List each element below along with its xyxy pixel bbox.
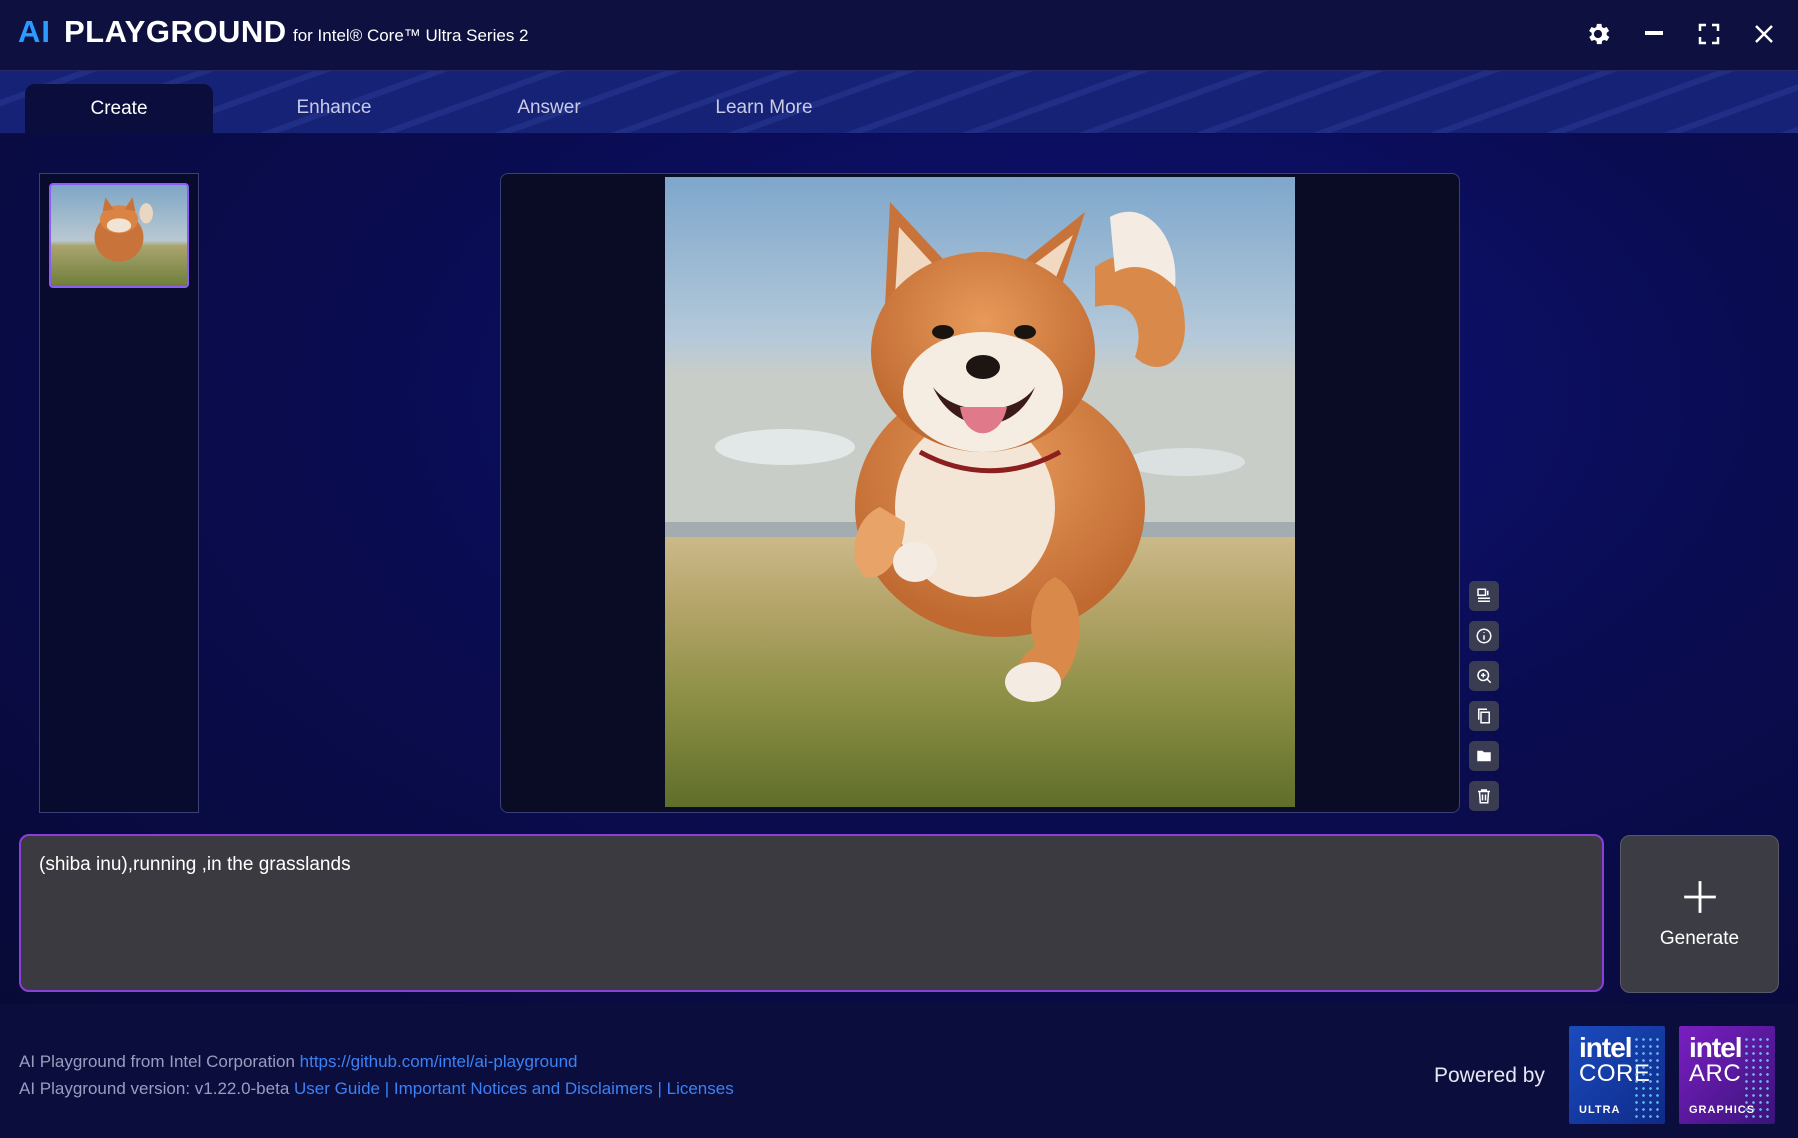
trash-icon xyxy=(1478,789,1490,804)
settings-button[interactable] xyxy=(1580,16,1616,52)
badge-product: ARC xyxy=(1689,1060,1742,1087)
notices-link[interactable]: Important Notices and Disclaimers xyxy=(394,1079,653,1098)
tab-label: Answer xyxy=(517,97,581,118)
compare-icon xyxy=(1477,588,1490,602)
plus-icon xyxy=(1683,881,1716,913)
tab-create[interactable]: Create xyxy=(25,84,213,134)
maximize-button[interactable] xyxy=(1691,16,1727,52)
footer-line-2: AI Playground version: v1.22.0-beta User… xyxy=(19,1079,734,1099)
badge-dots xyxy=(1743,1036,1769,1120)
tab-learn-more[interactable]: Learn More xyxy=(670,84,858,132)
zoom-in-button[interactable] xyxy=(1469,661,1499,691)
gear-icon xyxy=(1589,23,1610,45)
footer-company-text: AI Playground from Intel Corporation xyxy=(19,1052,300,1071)
minimize-button[interactable] xyxy=(1636,16,1672,52)
generate-label: Generate xyxy=(1659,928,1740,949)
copy-icon xyxy=(1478,708,1490,724)
delete-button[interactable] xyxy=(1469,781,1499,811)
copy-button[interactable] xyxy=(1469,701,1499,731)
generate-button[interactable]: Generate xyxy=(1620,835,1779,993)
github-link[interactable]: https://github.com/intel/ai-playground xyxy=(300,1052,578,1071)
badge-tier: ULTRA xyxy=(1579,1104,1621,1116)
link-separator: | xyxy=(379,1079,394,1098)
title-bar: AI PLAYGROUND for Intel® Core™ Ultra Ser… xyxy=(0,0,1798,71)
minimize-icon xyxy=(1645,31,1663,35)
app-window: AI PLAYGROUND for Intel® Core™ Ultra Ser… xyxy=(0,0,1798,1138)
tab-label: Learn More xyxy=(715,97,813,118)
brand-ai: AI xyxy=(18,14,51,49)
compare-button[interactable] xyxy=(1469,581,1499,611)
tab-label: Enhance xyxy=(296,97,372,118)
licenses-link[interactable]: Licenses xyxy=(667,1079,734,1098)
intel-core-ultra-badge: intel CORE ULTRA xyxy=(1569,1026,1665,1124)
badge-dots xyxy=(1633,1036,1659,1120)
generated-image[interactable] xyxy=(665,177,1295,807)
tab-enhance[interactable]: Enhance xyxy=(240,84,428,132)
folder-icon xyxy=(1477,750,1491,762)
shiba-inu-image xyxy=(665,177,1295,807)
footer-version-text: AI Playground version: v1.22.0-beta xyxy=(19,1079,294,1098)
brand-name: PLAYGROUND xyxy=(64,14,287,49)
maximize-icon xyxy=(1698,23,1720,45)
info-icon xyxy=(1476,628,1492,644)
history-thumbnail[interactable] xyxy=(49,183,189,288)
zoom-in-icon xyxy=(1477,669,1492,684)
prompt-input[interactable]: (shiba inu),running ,in the grasslands xyxy=(19,834,1604,992)
close-button[interactable] xyxy=(1746,16,1782,52)
tab-label: Create xyxy=(90,98,148,119)
dog-thumbnail-image xyxy=(51,185,187,286)
intel-arc-graphics-badge: intel ARC GRAPHICS xyxy=(1679,1026,1775,1124)
tab-answer[interactable]: Answer xyxy=(455,84,643,132)
user-guide-link[interactable]: User Guide xyxy=(294,1079,380,1098)
info-button[interactable] xyxy=(1469,621,1499,651)
open-folder-button[interactable] xyxy=(1469,741,1499,771)
close-icon xyxy=(1755,25,1773,43)
link-separator: | xyxy=(652,1079,667,1098)
powered-by-label: Powered by xyxy=(1434,1064,1545,1087)
brand-subtitle: for Intel® Core™ Ultra Series 2 xyxy=(293,26,529,45)
footer-line-1: AI Playground from Intel Corporation htt… xyxy=(19,1052,577,1072)
